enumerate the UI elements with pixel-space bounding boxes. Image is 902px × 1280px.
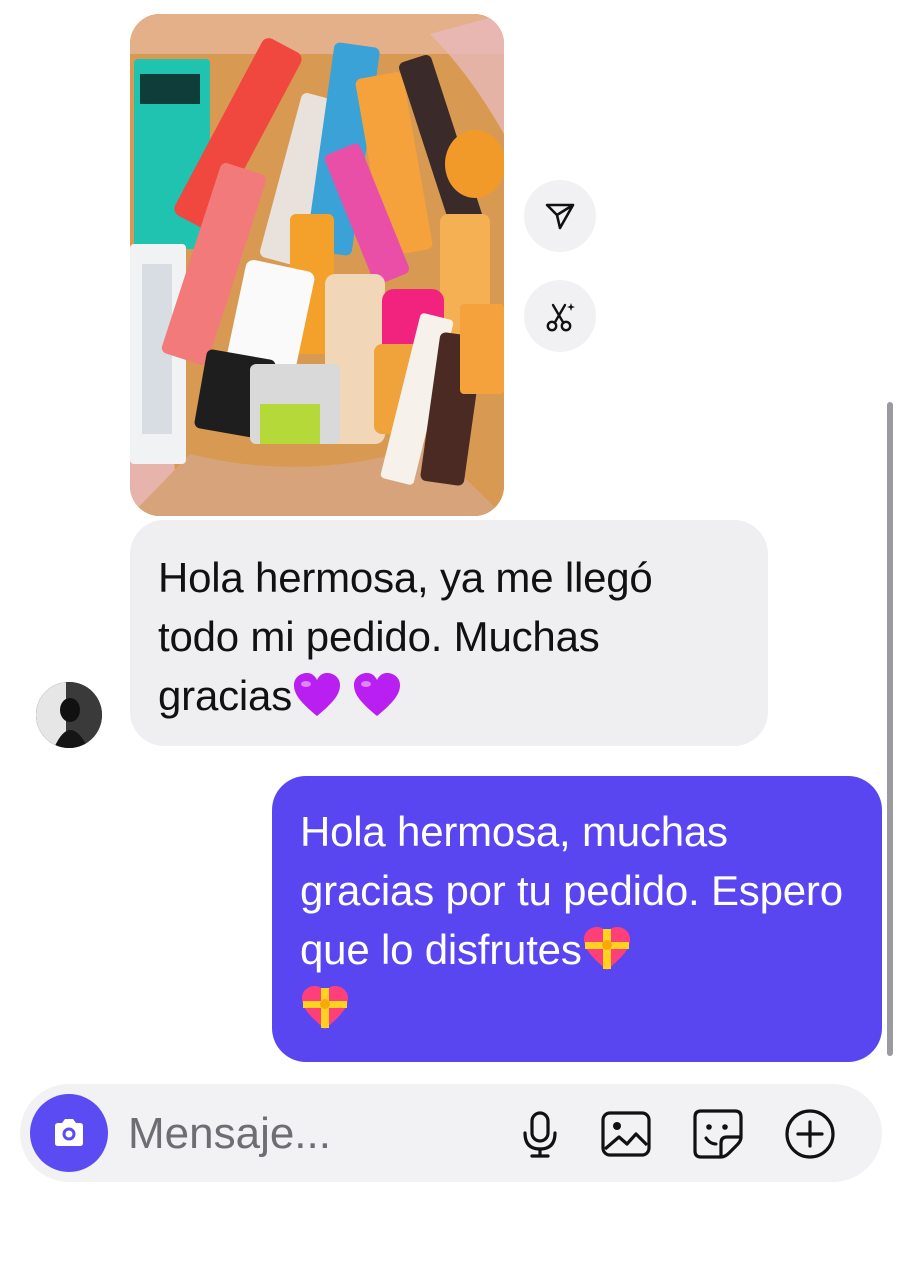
remix-button[interactable] [524,280,596,352]
received-message-text: Hola hermosa, ya me llegó todo mi pedido… [158,548,740,725]
contact-avatar[interactable] [36,682,102,748]
microphone-icon [523,1111,557,1158]
send-icon [545,203,575,230]
scrollbar[interactable] [887,402,893,1056]
received-text: Hola hermosa, ya me llegó todo mi pedido… [158,554,653,719]
purple-heart-emoji [292,672,342,718]
sent-message-text: Hola hermosa, muchas gracias por tu pedi… [300,802,856,1038]
message-composer [20,1084,882,1182]
camera-icon [55,1119,83,1146]
shared-photo[interactable] [130,14,504,516]
chat-screen: Hola hermosa, ya me llegó todo mi pedido… [0,0,902,1280]
received-message-bubble[interactable]: Hola hermosa, ya me llegó todo mi pedido… [130,520,768,746]
sticker-icon [693,1109,743,1159]
purple-heart-emoji [352,672,402,718]
share-button[interactable] [524,180,596,252]
heart-with-ribbon-emoji [300,985,350,1031]
gallery-button[interactable] [598,1106,654,1162]
sent-message-bubble[interactable]: Hola hermosa, muchas gracias por tu pedi… [272,776,882,1062]
message-input[interactable] [128,1106,488,1162]
more-options-button[interactable] [782,1106,838,1162]
makeup-box-image [130,14,504,516]
sent-text: Hola hermosa, muchas gracias por tu pedi… [300,808,843,973]
avatar-photo [36,682,102,748]
camera-button[interactable] [30,1094,108,1172]
plus-circle-icon [785,1109,835,1159]
gallery-icon [601,1111,651,1157]
remix-scissors-icon [546,303,575,332]
sticker-button[interactable] [690,1106,746,1162]
voice-message-button[interactable] [512,1106,568,1162]
heart-with-ribbon-emoji [582,926,632,972]
